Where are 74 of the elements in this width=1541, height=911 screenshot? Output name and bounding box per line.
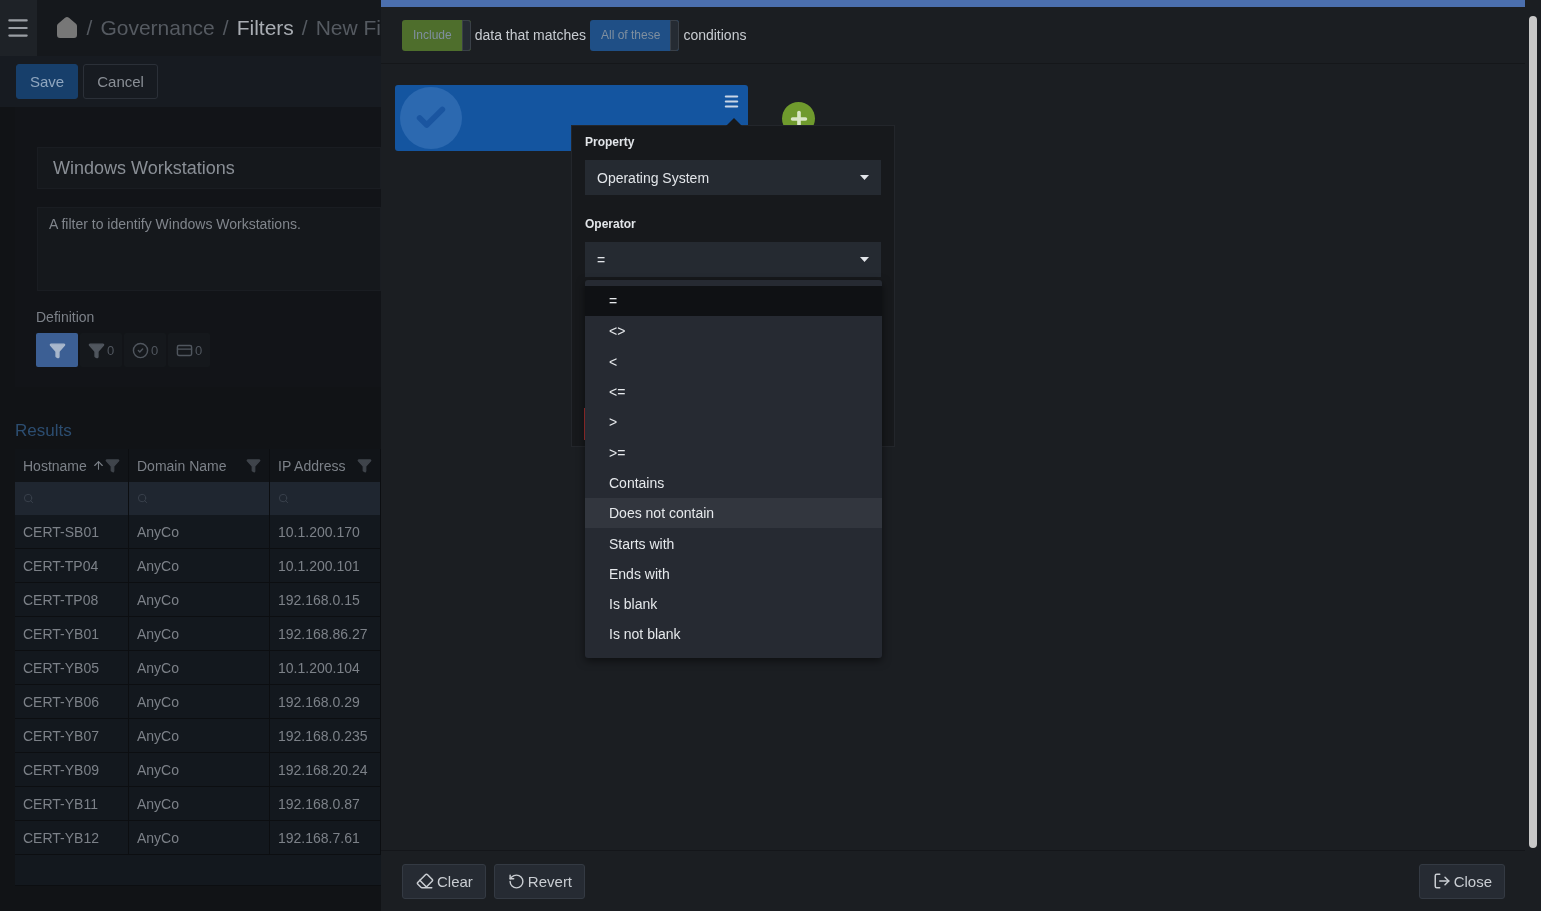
table-cell: AnyCo (129, 753, 270, 787)
close-button[interactable]: Close (1418, 863, 1505, 899)
search-icon (137, 493, 148, 504)
dropdown-option[interactable]: <> (585, 316, 882, 347)
table-cell: CERT-YB09 (15, 753, 129, 787)
property-select[interactable]: Operating System (585, 160, 881, 195)
filter-icon[interactable] (246, 458, 261, 473)
revert-button[interactable]: Revert (493, 863, 586, 899)
table-cell: AnyCo (129, 617, 270, 651)
table-cell: AnyCo (129, 685, 270, 719)
breadcrumb-separator: / (86, 16, 93, 40)
table-cell: AnyCo (129, 787, 270, 821)
dropdown-option[interactable]: Starts with (585, 528, 882, 559)
table-cell: CERT-YB01 (15, 617, 129, 651)
results-title: Results (15, 421, 73, 441)
table-cell: AnyCo (129, 651, 270, 685)
dropdown-option[interactable]: >= (585, 437, 882, 468)
dropdown-option[interactable]: Ends with (585, 558, 882, 589)
column-search-field[interactable] (129, 482, 270, 515)
menu-button[interactable] (0, 0, 37, 56)
column-header[interactable]: Domain Name (129, 449, 270, 482)
dropdown-option[interactable]: > (585, 407, 882, 438)
search-icon (23, 493, 34, 504)
table-cell: CERT-YB05 (15, 651, 129, 685)
home-icon[interactable] (54, 16, 79, 40)
filter-icon (48, 341, 66, 359)
table-cell: AnyCo (129, 549, 270, 583)
dropdown-option[interactable]: Contains (585, 467, 882, 499)
column-header[interactable]: IP Address (270, 449, 381, 482)
table-cell: CERT-YB07 (15, 719, 129, 753)
breadcrumb-separator: / (222, 16, 229, 40)
table-cell: AnyCo (129, 583, 270, 617)
table-cell: CERT-YB11 (15, 787, 129, 821)
cancel-button[interactable]: Cancel (83, 64, 158, 99)
eraser-icon (416, 872, 434, 890)
operator-label: Operator (585, 217, 637, 231)
table-cell: CERT-SB01 (15, 515, 129, 549)
column-search-field[interactable] (15, 482, 129, 515)
property-label: Property (585, 135, 636, 149)
exit-icon (1432, 872, 1451, 890)
menu-icon[interactable] (723, 93, 740, 110)
breadcrumb-separator: / (301, 16, 308, 40)
check-circle-icon (131, 341, 149, 359)
definition-tab[interactable] (36, 333, 78, 367)
name-field[interactable]: Windows Workstations (37, 147, 381, 189)
dropdown-option[interactable]: <= (585, 376, 882, 408)
match-text: data that matches (474, 27, 586, 43)
dropdown-option[interactable]: Is not blank (585, 619, 882, 650)
operator-select[interactable]: = (585, 242, 881, 277)
column-header[interactable]: Hostname (15, 449, 129, 482)
scrollbar[interactable] (1525, 0, 1541, 911)
save-button[interactable]: Save (16, 64, 79, 99)
table-cell: CERT-TP08 (15, 583, 129, 617)
match-text: conditions (683, 27, 747, 43)
filter-icon[interactable] (105, 458, 120, 473)
table-cell: CERT-TP04 (15, 549, 129, 583)
breadcrumb-link[interactable]: Filters (236, 16, 294, 40)
table-cell: AnyCo (129, 515, 270, 549)
caret-icon (860, 175, 869, 180)
filter-icon[interactable] (357, 458, 372, 473)
table-cell: AnyCo (129, 719, 270, 753)
dropdown-option[interactable]: Is blank (585, 588, 882, 620)
undo-icon (507, 872, 525, 890)
dropdown-option[interactable]: = (585, 286, 882, 317)
dropdown-option[interactable]: Does not contain (585, 498, 882, 529)
definition-label: Definition (36, 309, 96, 325)
caret-icon (860, 257, 869, 262)
description-field[interactable]: A filter to identify Windows Workstations. (37, 207, 381, 291)
dropdown-option[interactable]: < (585, 346, 882, 377)
column-search-field[interactable] (270, 482, 381, 515)
search-icon (278, 493, 289, 504)
filter-icon (87, 341, 105, 359)
clear-button[interactable]: Clear (402, 863, 486, 899)
table-cell: CERT-YB06 (15, 685, 129, 719)
